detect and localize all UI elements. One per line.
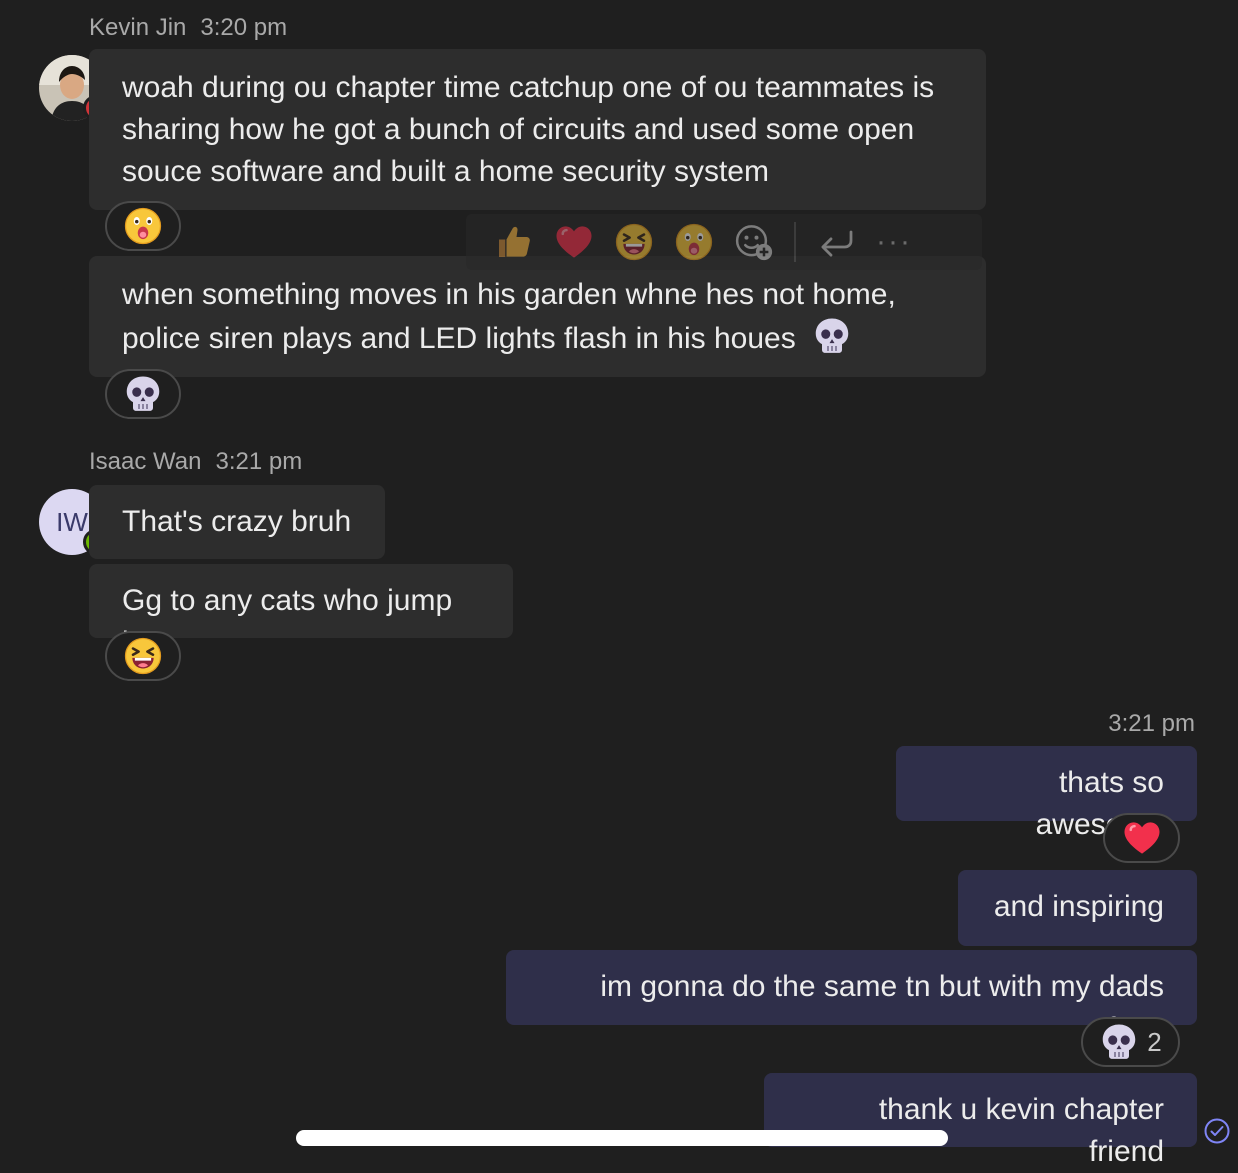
message-text: im gonna do the same tn but with my dads… bbox=[600, 970, 1164, 1045]
surprised-icon[interactable] bbox=[674, 222, 714, 262]
message-text: That's crazy bruh bbox=[122, 505, 352, 538]
message-bubble[interactable]: That's crazy bruh bbox=[89, 485, 385, 559]
laugh-icon[interactable] bbox=[614, 222, 654, 262]
skull-icon bbox=[1103, 1024, 1136, 1059]
message-header-kevin: Kevin Jin 3:20 pm bbox=[89, 14, 287, 42]
message-bubble-mine[interactable]: im gonna do the same tn but with my dads… bbox=[506, 950, 1197, 1045]
laughing-face-icon bbox=[124, 637, 162, 675]
home-indicator[interactable] bbox=[296, 1130, 948, 1146]
thumbs-up-icon[interactable] bbox=[494, 222, 534, 262]
reaction-heart[interactable] bbox=[1103, 813, 1180, 863]
heart-icon[interactable] bbox=[554, 222, 594, 262]
message-header-isaac: Isaac Wan 3:21 pm bbox=[89, 448, 302, 476]
message-bubble[interactable]: when something moves in his garden whne … bbox=[89, 256, 986, 377]
reaction-surprised[interactable] bbox=[105, 201, 181, 251]
add-reaction-icon[interactable] bbox=[734, 222, 774, 262]
message-time-me: 3:21 pm bbox=[1108, 710, 1195, 737]
reaction-skull-count[interactable]: 2 bbox=[1081, 1017, 1180, 1067]
sent-check-icon bbox=[1204, 1118, 1230, 1144]
reaction-skull[interactable] bbox=[105, 369, 181, 419]
message-text: and inspiring bbox=[993, 890, 1164, 923]
message-bubble-mine[interactable]: thats so awesome bbox=[896, 746, 1197, 841]
message-time: 3:20 pm bbox=[200, 14, 288, 41]
message-text: woah during ou chapter time catchup one … bbox=[122, 71, 935, 188]
more-options-icon[interactable]: ··· bbox=[876, 225, 912, 259]
toolbar-divider bbox=[794, 222, 796, 262]
message-action-toolbar: ··· bbox=[466, 214, 982, 270]
reaction-laugh[interactable] bbox=[105, 631, 181, 681]
message-time: 3:21 pm bbox=[215, 448, 303, 475]
sender-name[interactable]: Isaac Wan bbox=[89, 448, 202, 475]
message-bubble-mine[interactable]: and inspiring bbox=[958, 870, 1197, 946]
sender-name[interactable]: Kevin Jin bbox=[89, 14, 186, 41]
skull-icon bbox=[126, 376, 160, 411]
red-heart-icon bbox=[1122, 821, 1161, 855]
reply-icon[interactable] bbox=[816, 222, 856, 262]
reaction-count: 2 bbox=[1147, 1026, 1162, 1057]
message-bubble[interactable]: woah during ou chapter time catchup one … bbox=[89, 49, 986, 210]
message-bubble[interactable]: Gg to any cats who jump in bbox=[89, 564, 513, 659]
message-text: when something moves in his garden whne … bbox=[122, 278, 896, 355]
skull-icon bbox=[815, 318, 849, 353]
surprised-face-icon bbox=[124, 207, 162, 245]
